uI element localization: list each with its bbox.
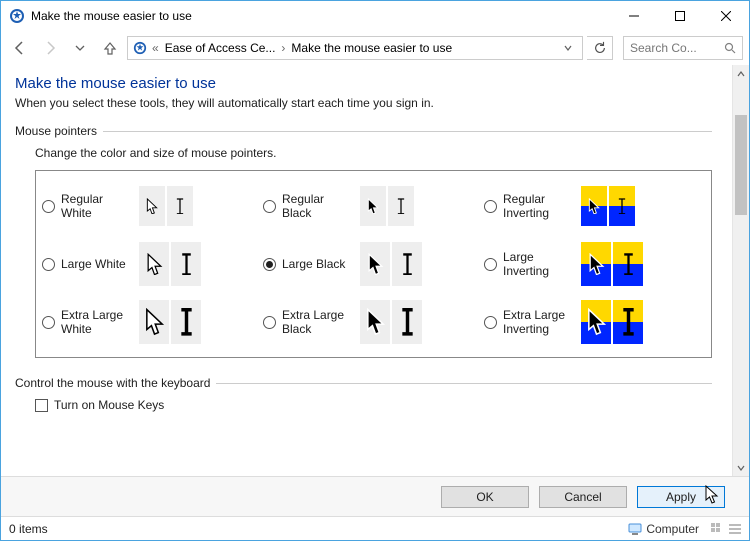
scroll-down-icon[interactable] bbox=[733, 459, 749, 476]
scroll-thumb[interactable] bbox=[735, 115, 747, 215]
pointer-preview bbox=[581, 300, 643, 344]
apply-button[interactable]: Apply bbox=[637, 486, 725, 508]
pointer-option-regular-white[interactable]: RegularWhite bbox=[42, 179, 263, 233]
window-title: Make the mouse easier to use bbox=[31, 9, 611, 23]
pointer-preview bbox=[360, 186, 414, 226]
ok-button-label: OK bbox=[476, 490, 493, 504]
pointer-preview bbox=[139, 300, 201, 344]
radio-button[interactable] bbox=[263, 258, 276, 271]
view-icons[interactable] bbox=[711, 523, 741, 535]
chevron-right-icon: › bbox=[279, 41, 287, 55]
pointer-option-xlarge-white[interactable]: Extra LargeWhite bbox=[42, 295, 263, 349]
pointer-preview bbox=[581, 242, 643, 286]
back-button[interactable] bbox=[7, 35, 33, 61]
titlebar: Make the mouse easier to use bbox=[1, 1, 749, 31]
pointer-option-large-white[interactable]: Large White bbox=[42, 237, 263, 291]
group-mouse-pointers-desc: Change the color and size of mouse point… bbox=[15, 146, 712, 160]
pointer-option-large-black[interactable]: Large Black bbox=[263, 237, 484, 291]
search-placeholder: Search Co... bbox=[630, 41, 724, 55]
pointer-preview bbox=[139, 186, 193, 226]
address-bar[interactable]: « Ease of Access Ce... › Make the mouse … bbox=[127, 36, 583, 60]
mouse-keys-label: Turn on Mouse Keys bbox=[54, 398, 164, 412]
ease-of-access-icon bbox=[9, 8, 25, 24]
radio-button[interactable] bbox=[484, 316, 497, 329]
breadcrumb-item[interactable]: Make the mouse easier to use bbox=[291, 41, 452, 55]
radio-button[interactable] bbox=[42, 316, 55, 329]
pointer-option-label: Extra LargeWhite bbox=[61, 308, 133, 337]
group-keyboard-label: Control the mouse with the keyboard bbox=[15, 376, 210, 390]
close-button[interactable] bbox=[703, 1, 749, 31]
radio-button[interactable] bbox=[42, 258, 55, 271]
divider bbox=[216, 383, 712, 384]
status-bar: 0 items Computer bbox=[1, 516, 749, 540]
page-subhead: When you select these tools, they will a… bbox=[15, 96, 712, 110]
pointer-option-label: RegularBlack bbox=[282, 192, 354, 221]
breadcrumb-item[interactable]: Ease of Access Ce... bbox=[165, 41, 276, 55]
pointer-option-label: LargeInverting bbox=[503, 250, 575, 279]
refresh-button[interactable] bbox=[587, 36, 613, 60]
group-mouse-pointers-label: Mouse pointers bbox=[15, 124, 97, 138]
radio-button[interactable] bbox=[263, 200, 276, 213]
window: Make the mouse easier to use bbox=[0, 0, 750, 541]
pointer-preview bbox=[139, 242, 201, 286]
ease-of-access-icon bbox=[132, 40, 148, 56]
apply-button-label: Apply bbox=[666, 490, 696, 504]
recent-locations-button[interactable] bbox=[67, 35, 93, 61]
cancel-button[interactable]: Cancel bbox=[539, 486, 627, 508]
search-input[interactable]: Search Co... bbox=[623, 36, 743, 60]
page-title: Make the mouse easier to use bbox=[15, 75, 712, 92]
content-area: Make the mouse easier to use When you se… bbox=[1, 65, 732, 476]
pointer-preview bbox=[581, 186, 635, 226]
radio-button[interactable] bbox=[42, 200, 55, 213]
pointer-option-xlarge-inv[interactable]: Extra LargeInverting bbox=[484, 295, 705, 349]
chevron-left-icon: « bbox=[152, 41, 161, 55]
radio-button[interactable] bbox=[263, 316, 276, 329]
status-computer: Computer bbox=[646, 522, 699, 536]
pointer-option-label: RegularWhite bbox=[61, 192, 133, 221]
pointer-preview bbox=[360, 242, 422, 286]
pointer-option-xlarge-black[interactable]: Extra LargeBlack bbox=[263, 295, 484, 349]
status-item-count: 0 items bbox=[9, 522, 628, 536]
chevron-down-icon[interactable] bbox=[558, 41, 578, 55]
scroll-up-icon[interactable] bbox=[733, 65, 749, 82]
pointer-option-large-inv[interactable]: LargeInverting bbox=[484, 237, 705, 291]
computer-icon bbox=[628, 522, 642, 536]
maximize-button[interactable] bbox=[657, 1, 703, 31]
mouse-keys-checkbox[interactable] bbox=[35, 399, 48, 412]
pointer-option-label: Large White bbox=[61, 257, 133, 271]
radio-button[interactable] bbox=[484, 258, 497, 271]
divider bbox=[103, 131, 712, 132]
pointer-option-label: Large Black bbox=[282, 257, 354, 271]
up-button[interactable] bbox=[97, 35, 123, 61]
cancel-button-label: Cancel bbox=[564, 490, 601, 504]
minimize-button[interactable] bbox=[611, 1, 657, 31]
pointer-option-label: Extra LargeBlack bbox=[282, 308, 354, 337]
pointer-option-label: Extra LargeInverting bbox=[503, 308, 575, 337]
nav-bar: « Ease of Access Ce... › Make the mouse … bbox=[1, 31, 749, 65]
radio-button[interactable] bbox=[484, 200, 497, 213]
pointer-preview bbox=[360, 300, 422, 344]
search-icon bbox=[724, 42, 736, 54]
button-footer: OK Cancel Apply bbox=[1, 476, 749, 516]
pointer-option-label: RegularInverting bbox=[503, 192, 575, 221]
ok-button[interactable]: OK bbox=[441, 486, 529, 508]
vertical-scrollbar[interactable] bbox=[732, 65, 749, 476]
pointer-option-regular-black[interactable]: RegularBlack bbox=[263, 179, 484, 233]
pointer-option-regular-inv[interactable]: RegularInverting bbox=[484, 179, 705, 233]
forward-button[interactable] bbox=[37, 35, 63, 61]
pointer-options-group: RegularWhite RegularBlack RegularInverting… bbox=[35, 170, 712, 358]
